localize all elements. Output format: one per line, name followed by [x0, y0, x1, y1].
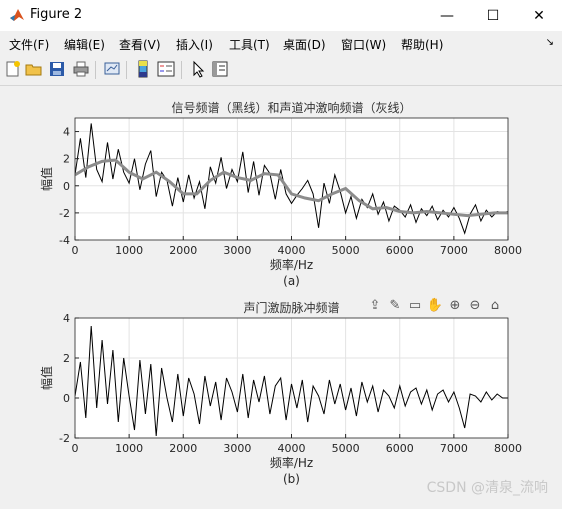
edit-plot-arrow-icon[interactable]	[189, 60, 207, 78]
matlab-logo-icon	[10, 9, 24, 21]
x-tick-label: 4000	[278, 442, 306, 455]
menu-window[interactable]: 窗口(W)	[341, 36, 386, 53]
chart-title: 信号频谱（黑线）和声道冲激响频谱（灰线）	[171, 100, 411, 115]
data-tips-icon[interactable]: ▭	[406, 296, 424, 314]
toolbar-separator	[95, 61, 96, 79]
chart-title: 声门激励脉冲频谱	[243, 300, 339, 315]
title-bar: Figure 2 — ☐ ✕	[0, 0, 562, 31]
x-tick-label: 7000	[440, 244, 468, 257]
x-axis-label: 频率/Hz	[270, 257, 313, 272]
x-tick-label: 5000	[332, 442, 360, 455]
property-inspector-icon[interactable]	[211, 60, 229, 78]
minimize-button[interactable]: —	[424, 0, 470, 31]
export-icon[interactable]: ⇪	[366, 296, 384, 314]
maximize-icon: ☐	[486, 7, 500, 24]
x-tick-label: 2000	[169, 244, 197, 257]
y-tick-label: 0	[63, 392, 70, 405]
menu-edit[interactable]: 编辑(E)	[64, 36, 105, 53]
x-tick-label: 3000	[223, 442, 251, 455]
y-axis-label: 幅值	[39, 366, 54, 390]
open-file-icon[interactable]	[25, 60, 43, 78]
y-tick-label: 4	[63, 126, 70, 139]
x-tick-label: 8000	[494, 442, 522, 455]
menu-view[interactable]: 查看(V)	[119, 36, 161, 53]
zoom-out-icon[interactable]: ⊖	[466, 296, 484, 314]
insert-legend-icon[interactable]	[157, 60, 175, 78]
x-tick-label: 5000	[332, 244, 360, 257]
save-icon[interactable]	[48, 60, 66, 78]
subplot-caption: (b)	[283, 472, 300, 486]
x-tick-label: 3000	[223, 244, 251, 257]
close-button[interactable]: ✕	[516, 0, 562, 31]
x-tick-label: 7000	[440, 442, 468, 455]
watermark: CSDN @清泉_流响	[426, 480, 548, 496]
maximize-button[interactable]: ☐	[470, 0, 516, 31]
x-tick-label: 6000	[386, 442, 414, 455]
y-tick-label: 2	[63, 352, 70, 365]
minimize-icon: —	[440, 7, 454, 24]
toolbar-separator	[126, 61, 127, 79]
menu-bar: 文件(F) 编辑(E) 查看(V) 插入(I) 工具(T) 桌面(D) 窗口(W…	[0, 31, 562, 55]
x-tick-label: 0	[72, 442, 79, 455]
toolbar-separator	[181, 61, 182, 79]
menu-tools[interactable]: 工具(T)	[229, 36, 270, 53]
figure-toolbar	[0, 55, 562, 86]
chart-b: 0 1000 2000 3000 4000 5000 6000 7000 8000-2024声门…	[39, 300, 522, 486]
home-icon[interactable]: ⌂	[486, 296, 504, 314]
y-tick-label: 2	[63, 153, 70, 166]
y-tick-label: -2	[59, 432, 70, 445]
y-tick-label: 0	[63, 180, 70, 193]
x-tick-label: 1000	[115, 442, 143, 455]
new-figure-icon[interactable]	[4, 60, 22, 78]
menu-help[interactable]: 帮助(H)	[401, 36, 443, 53]
subplot-caption: (a)	[283, 274, 300, 288]
link-plot-icon[interactable]	[103, 60, 121, 78]
menu-desktop[interactable]: 桌面(D)	[283, 36, 326, 53]
y-tick-label: 4	[63, 312, 70, 325]
pan-icon[interactable]: ✋	[426, 296, 444, 314]
x-tick-label: 4000	[278, 244, 306, 257]
toolbar-dock-arrow-icon[interactable]: ↘	[546, 37, 554, 48]
window-title: Figure 2	[30, 7, 83, 22]
x-tick-label: 0	[72, 244, 79, 257]
y-tick-label: -2	[59, 207, 70, 220]
x-tick-label: 8000	[494, 244, 522, 257]
x-tick-label: 2000	[169, 442, 197, 455]
menu-file[interactable]: 文件(F)	[9, 36, 49, 53]
menu-insert[interactable]: 插入(I)	[176, 36, 213, 53]
x-axis-label: 频率/Hz	[270, 455, 313, 470]
brush-icon[interactable]: ✎	[386, 296, 404, 314]
axes-toolbar: ⇪ ✎ ▭ ✋ ⊕ ⊖ ⌂	[366, 296, 504, 316]
chart-a: 0 1000 2000 3000 4000 5000 6000 7000 8000 -4 -2 0 2 4…	[39, 100, 522, 288]
close-icon: ✕	[533, 7, 545, 24]
x-tick-label: 1000	[115, 244, 143, 257]
zoom-in-icon[interactable]: ⊕	[446, 296, 464, 314]
y-axis-label: 幅值	[39, 167, 54, 191]
print-icon[interactable]	[72, 60, 90, 78]
insert-colorbar-icon[interactable]	[134, 60, 152, 78]
x-tick-label: 6000	[386, 244, 414, 257]
y-tick-label: -4	[59, 234, 70, 247]
